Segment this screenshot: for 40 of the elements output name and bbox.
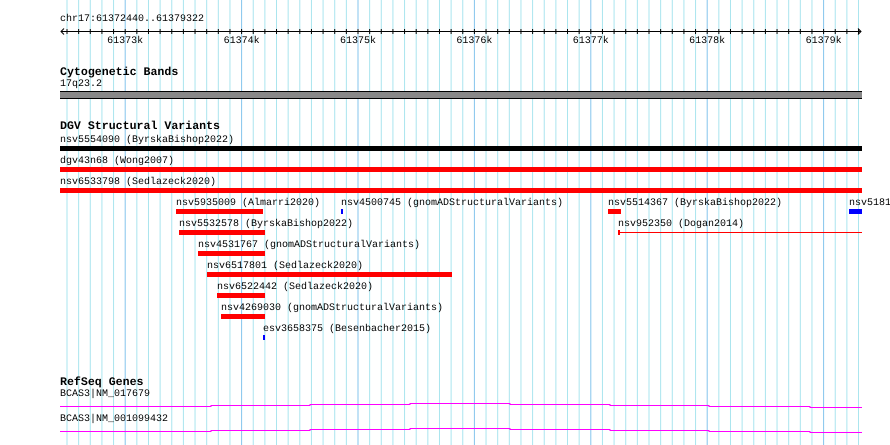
band-label: 17q23.2: [60, 79, 104, 91]
variant-label: dgv43n68 (Wong2007): [60, 156, 174, 167]
variant-bar[interactable]: [608, 209, 621, 214]
tick-label: 61376k: [456, 36, 492, 47]
track-title: RefSeq Genes: [60, 377, 144, 389]
variant-label: nsv5935009 (Almarri2020): [176, 198, 320, 209]
variant-bar[interactable]: [60, 167, 862, 172]
transcript-drawing[interactable]: [60, 428, 862, 433]
tick-label: 61375k: [340, 36, 376, 47]
variant-label: nsv4531767 (gnomADStructuralVariants): [198, 240, 420, 251]
variant-bar[interactable]: [60, 188, 862, 193]
variant-bar[interactable]: [221, 314, 265, 319]
variant-bar[interactable]: [198, 251, 265, 256]
track-title: DGV Structural Variants: [60, 120, 222, 133]
variant-label: nsv6517801 (Sedlazeck2020): [207, 261, 364, 272]
variant-bar[interactable]: [176, 209, 263, 214]
location-label: chr17:61372440..61379322: [60, 13, 206, 27]
variant-label: nsv6522442 (Sedlazeck2020): [217, 282, 374, 293]
tick-label: 61377k: [572, 36, 609, 47]
variant-label: esv3658375 (Besenbacher2015): [263, 324, 432, 335]
variant-bar[interactable]: [849, 209, 862, 214]
tick-label: 61378k: [689, 36, 726, 47]
gene-label: BCAS3|NM_001099432: [60, 414, 170, 426]
variant-label: nsv5532578 (ByrskaBishop2022): [179, 219, 354, 230]
transcript-drawing[interactable]: [60, 403, 862, 408]
tick-label: 61379k: [806, 36, 842, 47]
variant-bar[interactable]: [60, 146, 862, 151]
variant-label: nsv4500745 (gnomADStructuralVariants): [341, 198, 564, 209]
variant-bar[interactable]: [207, 272, 452, 277]
variant-label: nsv5514367 (ByrskaBishop2022): [608, 198, 782, 209]
variant-label: nsv6533798 (Sedlazeck2020): [60, 177, 216, 188]
tick-label: 61374k: [224, 36, 260, 47]
variant-label: nsv4269030 (gnomADStructuralVariants): [221, 303, 444, 314]
variant-label: nsv5554090 (ByrskaBishop2022): [60, 135, 234, 146]
tick-label: 61373k: [107, 36, 144, 47]
variant-label: nsv952350 (Dogan2014): [618, 219, 744, 230]
variant-bar[interactable]: [179, 230, 265, 235]
gene-label: BCAS3|NM_017679: [60, 389, 152, 401]
variant-bar[interactable]: [217, 293, 265, 298]
track-title: Cytogenetic Bands: [60, 67, 180, 79]
